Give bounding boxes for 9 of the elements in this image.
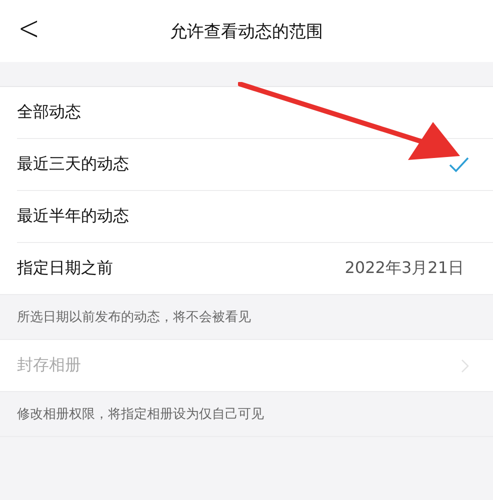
option-label[interactable]: 指定日期之前 <box>17 258 345 279</box>
hint-text: 所选日期以前发布的动态，将不会被看见 <box>0 294 493 340</box>
back-button[interactable]: < <box>12 10 46 48</box>
option-label[interactable]: 全部动态 <box>17 102 469 123</box>
page-title: 允许查看动态的范围 <box>170 20 323 42</box>
hint-text: 修改相册权限，将指定相册设为仅自己可见 <box>0 391 493 437</box>
option-label[interactable]: 最近三天的动态 <box>17 154 449 175</box>
option-label[interactable]: 最近半年的动态 <box>17 206 469 227</box>
date-value: 2022年3月21日 <box>344 258 464 279</box>
